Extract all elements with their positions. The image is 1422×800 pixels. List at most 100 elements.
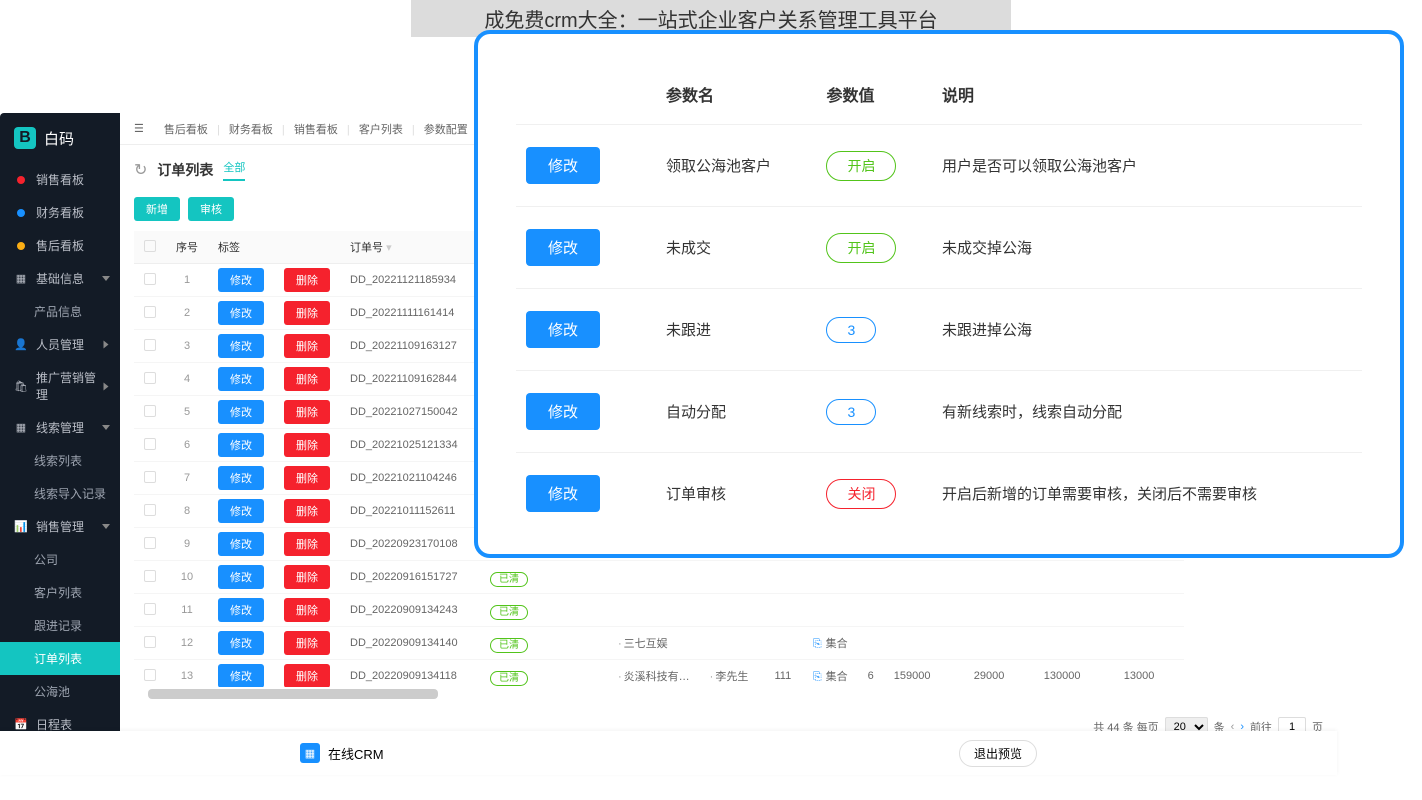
tab-item[interactable]: 客户列表 xyxy=(356,124,406,136)
company-cell xyxy=(608,594,700,627)
edit-button[interactable]: 修改 xyxy=(218,499,264,523)
row-index: 7 xyxy=(166,462,208,495)
sidebar-sub-item[interactable]: 公司 xyxy=(0,543,120,576)
company-cell: ·三七互娱 xyxy=(608,627,700,660)
row-checkbox[interactable] xyxy=(144,471,156,483)
filter-all[interactable]: 全部 xyxy=(223,159,245,181)
tab-item[interactable]: 销售看板 xyxy=(291,124,341,136)
audit-button[interactable]: 审核 xyxy=(188,197,234,221)
row-checkbox[interactable] xyxy=(144,636,156,648)
grid-icon: ▦ xyxy=(14,272,28,286)
agg-cell[interactable] xyxy=(803,561,858,594)
edit-button[interactable]: 修改 xyxy=(218,598,264,622)
delete-button[interactable]: 删除 xyxy=(284,334,330,358)
tab-item[interactable]: 参数配置 xyxy=(421,124,471,136)
row-checkbox[interactable] xyxy=(144,603,156,615)
row-checkbox[interactable] xyxy=(144,669,156,681)
sidebar-item[interactable]: 🛍推广营销管理 xyxy=(0,361,120,411)
delete-button[interactable]: 删除 xyxy=(284,532,330,556)
row-checkbox[interactable] xyxy=(144,537,156,549)
edit-button[interactable]: 修改 xyxy=(218,334,264,358)
delete-button[interactable]: 删除 xyxy=(284,301,330,325)
status-badge: 已清 xyxy=(490,671,528,686)
edit-button[interactable]: 修改 xyxy=(218,631,264,655)
edit-button[interactable]: 修改 xyxy=(218,268,264,292)
row-checkbox[interactable] xyxy=(144,405,156,417)
sidebar-item[interactable]: 👤人员管理 xyxy=(0,328,120,361)
row-checkbox[interactable] xyxy=(144,306,156,318)
row-checkbox[interactable] xyxy=(144,339,156,351)
list-title: 订单列表 xyxy=(157,160,213,180)
table-row: 11修改删除DD_20220909134243已清 xyxy=(134,594,1184,627)
delete-button[interactable]: 删除 xyxy=(284,631,330,655)
modal-edit-button[interactable]: 修改 xyxy=(526,147,600,184)
edit-button[interactable]: 修改 xyxy=(218,565,264,589)
sidebar-item[interactable]: 📊销售管理 xyxy=(0,510,120,543)
row-checkbox[interactable] xyxy=(144,570,156,582)
select-all-checkbox[interactable] xyxy=(144,240,156,252)
delete-button[interactable]: 删除 xyxy=(284,499,330,523)
dot-red-icon xyxy=(14,173,28,187)
edit-button[interactable]: 修改 xyxy=(218,532,264,556)
row-checkbox[interactable] xyxy=(144,438,156,450)
row-index: 12 xyxy=(166,627,208,660)
tab-item[interactable]: 财务看板 xyxy=(226,124,276,136)
modal-edit-button[interactable]: 修改 xyxy=(526,393,600,430)
modal-edit-button[interactable]: 修改 xyxy=(526,475,600,512)
sidebar-sub-item[interactable]: 线索列表 xyxy=(0,444,120,477)
edit-button[interactable]: 修改 xyxy=(218,433,264,457)
edit-button[interactable]: 修改 xyxy=(218,301,264,325)
sidebar-item[interactable]: 售后看板 xyxy=(0,229,120,262)
row-checkbox[interactable] xyxy=(144,273,156,285)
delete-button[interactable]: 删除 xyxy=(284,565,330,589)
v2-cell: 29000 xyxy=(964,660,1034,688)
sidebar-sub-item[interactable]: 线索导入记录 xyxy=(0,477,120,510)
tab-item[interactable]: 售后看板 xyxy=(164,124,211,136)
modal-edit-button[interactable]: 修改 xyxy=(526,229,600,266)
delete-button[interactable]: 删除 xyxy=(284,466,330,490)
sidebar-sub-item[interactable]: 公海池 xyxy=(0,675,120,708)
sidebar-sub-item[interactable]: 客户列表 xyxy=(0,576,120,609)
contact-cell xyxy=(700,594,765,627)
param-value: 3 xyxy=(826,399,876,425)
param-desc: 未跟进掉公海 xyxy=(932,289,1362,371)
delete-button[interactable]: 删除 xyxy=(284,367,330,391)
edit-button[interactable]: 修改 xyxy=(218,400,264,424)
edit-button[interactable]: 修改 xyxy=(218,466,264,490)
delete-button[interactable]: 删除 xyxy=(284,400,330,424)
row-checkbox[interactable] xyxy=(144,372,156,384)
sidebar-sub-item[interactable]: 订单列表 xyxy=(0,642,120,675)
row-index: 9 xyxy=(166,528,208,561)
contact-cell xyxy=(700,561,765,594)
delete-button[interactable]: 删除 xyxy=(284,598,330,622)
sidebar-item[interactable]: ▦基础信息 xyxy=(0,262,120,295)
agg-cell[interactable]: ⎘集合 xyxy=(803,627,858,660)
sidebar-item[interactable]: 销售看板 xyxy=(0,163,120,196)
edit-button[interactable]: 修改 xyxy=(218,664,264,687)
new-button[interactable]: 新增 xyxy=(134,197,180,221)
sidebar-item[interactable]: 财务看板 xyxy=(0,196,120,229)
app-icon: ▦ xyxy=(300,743,320,763)
collapse-icon[interactable]: ☰ xyxy=(134,122,144,135)
table-row: 13修改删除DD_20220909134118已清·炎溪科技有…·李先生111⎘… xyxy=(134,660,1184,688)
sidebar-sub-item[interactable]: 跟进记录 xyxy=(0,609,120,642)
refresh-icon[interactable]: ↻ xyxy=(134,160,147,180)
sidebar-sub-item[interactable]: 产品信息 xyxy=(0,295,120,328)
bottom-bar: ▦ 在线CRM 退出预览 xyxy=(0,731,1337,775)
order-no: DD_20221025121334 xyxy=(340,429,480,462)
horizontal-scrollbar[interactable] xyxy=(148,689,438,699)
row-checkbox[interactable] xyxy=(144,504,156,516)
col-order[interactable]: 订单号 ▾ xyxy=(340,231,480,264)
exit-preview-button[interactable]: 退出预览 xyxy=(959,740,1037,767)
edit-button[interactable]: 修改 xyxy=(218,367,264,391)
row-index: 2 xyxy=(166,297,208,330)
param-name: 领取公海池客户 xyxy=(656,125,816,207)
delete-button[interactable]: 删除 xyxy=(284,433,330,457)
order-no: DD_20221111161414 xyxy=(340,297,480,330)
sidebar-item[interactable]: ▦线索管理 xyxy=(0,411,120,444)
agg-cell[interactable] xyxy=(803,594,858,627)
delete-button[interactable]: 删除 xyxy=(284,664,330,687)
modal-edit-button[interactable]: 修改 xyxy=(526,311,600,348)
delete-button[interactable]: 删除 xyxy=(284,268,330,292)
agg-cell[interactable]: ⎘集合 xyxy=(803,660,858,688)
